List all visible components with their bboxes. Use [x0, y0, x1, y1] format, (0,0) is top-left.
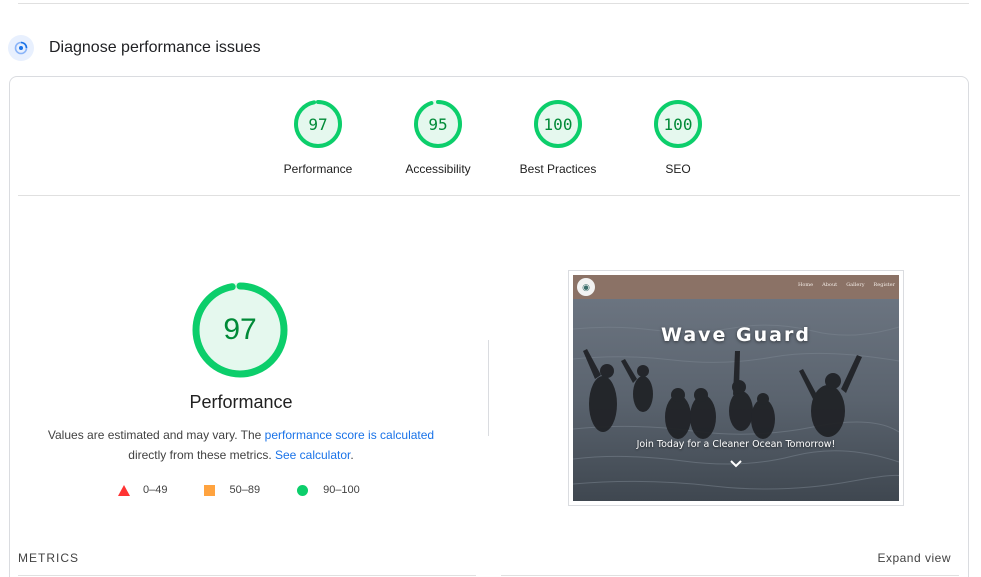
gauge-label: Accessibility: [405, 162, 471, 176]
legend-range: 90–100: [323, 484, 360, 496]
gauges-divider: [18, 195, 960, 196]
see-calculator-link[interactable]: See calculator: [275, 448, 350, 462]
legend-average: 50–89: [204, 484, 260, 496]
gauge-ring: 100: [533, 99, 583, 149]
final-screenshot[interactable]: ◉ Home About Gallery Register Wave Guard…: [573, 275, 899, 501]
gauge-label: Best Practices: [519, 162, 597, 176]
average-square-icon: [204, 484, 216, 496]
section-header: Diagnose performance issues: [8, 33, 261, 63]
site-tagline: Join Today for a Cleaner Ocean Tomorrow!: [636, 439, 836, 450]
performance-title: Performance: [189, 392, 293, 412]
category-gauges: 97 Performance 95 Accessibility 100 Best…: [258, 99, 738, 176]
gauge-best-practices[interactable]: 100 Best Practices: [498, 99, 618, 176]
legend-pass: 90–100: [297, 484, 360, 496]
gauge-score: 100: [663, 114, 693, 134]
pass-circle-icon: [297, 484, 309, 496]
gauge-ring: 100: [653, 99, 703, 149]
site-nav-links: Home About Gallery Register: [789, 282, 895, 288]
expand-view-toggle[interactable]: Expand view: [877, 551, 951, 565]
gauge-icon: [8, 35, 34, 61]
top-divider: [18, 3, 969, 4]
gauge-label: SEO: [665, 162, 691, 176]
legend-range: 50–89: [229, 484, 261, 496]
metrics-divider: [501, 575, 959, 576]
gauge-label: Performance: [283, 162, 353, 176]
performance-gauge: 97: [191, 281, 289, 379]
nav-link: Register: [873, 282, 895, 288]
gauge-score: 97: [308, 114, 328, 134]
gauge-seo[interactable]: 100 SEO: [618, 99, 738, 176]
legend-fail: 0–49: [118, 484, 167, 496]
gauge-score: 95: [428, 114, 448, 134]
nav-link: Gallery: [846, 282, 865, 288]
performance-score: 97: [223, 313, 257, 346]
nav-link: Home: [798, 282, 814, 288]
gauge-score: 100: [543, 114, 573, 134]
vertical-divider: [488, 340, 489, 436]
gauge-ring: 95: [413, 99, 463, 149]
gauge-accessibility[interactable]: 95 Accessibility: [378, 99, 498, 176]
score-explanation: Values are estimated and may vary. The p…: [21, 425, 461, 465]
explanation-text: .: [350, 448, 354, 462]
score-calculated-link[interactable]: performance score is calculated: [265, 428, 434, 442]
explanation-text: Values are estimated and may vary. The: [47, 428, 265, 442]
section-title: Diagnose performance issues: [49, 39, 261, 56]
chevron-down-icon: [730, 460, 742, 468]
explanation-text: directly from these metrics.: [128, 448, 275, 462]
site-logo-icon: ◉: [577, 278, 595, 296]
legend-range: 0–49: [143, 484, 168, 496]
site-title: Wave Guard: [661, 324, 811, 346]
site-nav-bar: ◉ Home About Gallery Register: [573, 275, 899, 299]
metrics-divider: [18, 575, 476, 576]
gauge-ring: 97: [293, 99, 343, 149]
fail-triangle-icon: [118, 484, 130, 496]
gauge-performance[interactable]: 97 Performance: [258, 99, 378, 176]
score-legend: 0–49 50–89 90–100: [118, 484, 360, 496]
metrics-heading: METRICS: [18, 551, 79, 565]
nav-link: About: [822, 282, 838, 288]
